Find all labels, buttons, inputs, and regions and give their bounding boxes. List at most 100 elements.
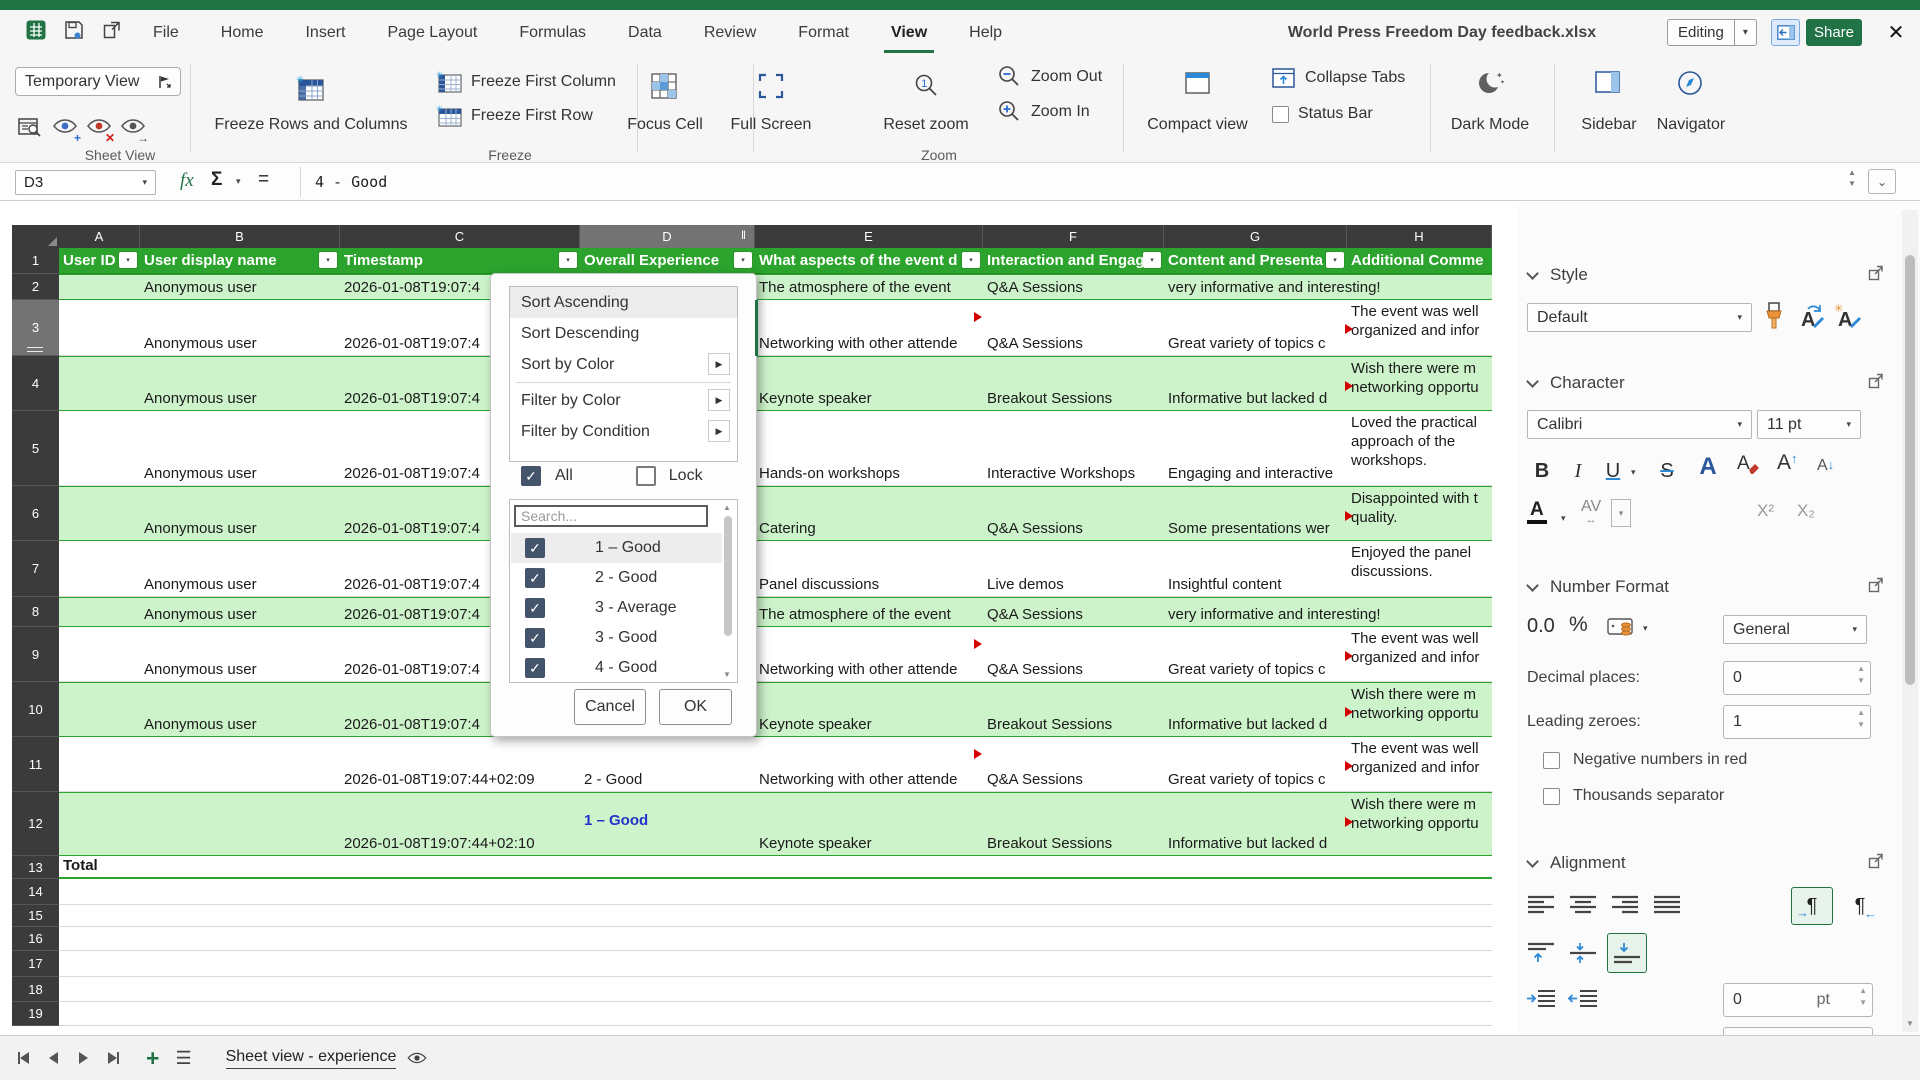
column-header-E[interactable]: E	[755, 225, 983, 248]
cell-E7[interactable]: Panel discussions	[755, 541, 983, 596]
column-header-B[interactable]: B	[140, 225, 340, 248]
scrollbar-thumb[interactable]	[724, 516, 732, 636]
cell-H12[interactable]: Wish there were mnetworking opportu	[1347, 793, 1492, 855]
header-cell-B1[interactable]: User display name	[140, 248, 340, 273]
cell-C12[interactable]: 2026-01-08T19:07:44+02:10	[340, 793, 580, 855]
filter-by-color-item[interactable]: Filter by Color ▶	[510, 385, 737, 416]
tab-page-layout[interactable]: Page Layout	[366, 10, 498, 56]
filter-value-checkbox[interactable]: ✓	[525, 658, 545, 678]
underline-button[interactable]: U	[1599, 453, 1627, 483]
row-resize-grip[interactable]	[27, 347, 43, 352]
cell-F12[interactable]: Breakout Sessions	[983, 793, 1164, 855]
switch-sheet-view-icon[interactable]: →	[118, 113, 148, 143]
name-box-dropdown-icon[interactable]: ▾	[142, 177, 147, 188]
freeze-rows-columns-button[interactable]: Freeze Rows and Columns	[205, 116, 417, 134]
cell-E9[interactable]: Networking with other attende	[755, 627, 983, 681]
formula-bar-collapse-icon[interactable]: ⌄	[1868, 169, 1896, 194]
cell-A13[interactable]: Total	[59, 856, 140, 877]
zoom-out-button[interactable]: Zoom Out	[997, 64, 1102, 89]
sidebar-icon[interactable]	[1594, 70, 1621, 99]
row-header-17[interactable]: 17	[12, 951, 59, 977]
ltr-direction-button[interactable]: ¶ →	[1791, 887, 1833, 925]
cell-B3[interactable]: Anonymous user	[140, 300, 340, 355]
cell-H9[interactable]: The event was wellorganized and infor	[1347, 627, 1492, 681]
navigator-button[interactable]: Navigator	[1650, 116, 1732, 134]
full-screen-button[interactable]: Full Screen	[726, 116, 816, 134]
sheet-view-manager-icon[interactable]	[15, 113, 45, 143]
header-cell-F1[interactable]: Interaction and Engag	[983, 248, 1164, 273]
focus-cell-icon[interactable]	[650, 72, 678, 105]
row-header-9[interactable]: 9	[12, 627, 59, 682]
all-checkbox[interactable]: ✓	[521, 466, 541, 486]
row-header-15[interactable]: 15	[12, 905, 59, 927]
cell-B6[interactable]: Anonymous user	[140, 487, 340, 540]
rtl-direction-button[interactable]: ¶ ←	[1839, 887, 1881, 925]
tab-home[interactable]: Home	[200, 10, 285, 56]
save-icon[interactable]	[62, 18, 86, 42]
editing-mode-dropdown-icon[interactable]: ▾	[1734, 20, 1756, 45]
filter-button-col-B[interactable]: ▾	[319, 252, 337, 268]
cell-G4[interactable]: Informative but lacked d	[1164, 357, 1347, 410]
panel-scroll-down-icon[interactable]: ▼	[1906, 1019, 1914, 1028]
font-color-dropdown-icon[interactable]: ▾	[1561, 513, 1566, 524]
row-header-2[interactable]: 2	[12, 274, 59, 300]
header-cell-G1[interactable]: Content and Presenta	[1164, 248, 1347, 273]
column-header-D[interactable]: D	[580, 225, 755, 248]
number-format-select[interactable]: General▾	[1723, 615, 1867, 644]
cell-G8[interactable]: very informative and interesting!	[1164, 598, 1387, 626]
thousands-separator-checkbox[interactable]	[1543, 788, 1560, 805]
increment-font-size-button[interactable]: A↑	[1777, 451, 1798, 475]
accounting-style-icon[interactable]	[1607, 617, 1637, 642]
cell-E11[interactable]: Networking with other attende	[755, 737, 983, 791]
cell-F6[interactable]: Q&A Sessions	[983, 487, 1164, 540]
reset-zoom-button[interactable]: Reset zoom	[876, 116, 976, 134]
filter-value-item[interactable]: ✓3 - Average	[511, 593, 722, 623]
previous-sheet-icon[interactable]	[38, 1043, 68, 1073]
number-format-advanced-icon[interactable]	[1868, 577, 1884, 593]
freeze-first-column-button[interactable]: ✳ Freeze First Column	[436, 70, 616, 94]
bold-button[interactable]: B	[1527, 453, 1557, 483]
align-right-button[interactable]	[1607, 889, 1643, 921]
collapse-tabs-button[interactable]: Collapse Tabs	[1271, 67, 1405, 89]
cell-H4[interactable]: Wish there were mnetworking opportu	[1347, 357, 1492, 410]
close-sheet-view-icon[interactable]: ✕	[84, 113, 114, 143]
cell-G6[interactable]: Some presentations wer	[1164, 487, 1347, 540]
cell-B4[interactable]: Anonymous user	[140, 357, 340, 410]
italic-button[interactable]: I	[1565, 453, 1591, 483]
row-header-10[interactable]: 10	[12, 682, 59, 737]
formula-bar-down-icon[interactable]: ▼	[1848, 180, 1856, 188]
dark-mode-icon[interactable]: ✦✦	[1476, 68, 1506, 103]
align-center-button[interactable]	[1565, 889, 1601, 921]
column-header-C[interactable]: C	[340, 225, 580, 248]
cell-D12[interactable]: 1 – Good	[580, 793, 755, 855]
cell-G10[interactable]: Informative but lacked d	[1164, 683, 1347, 736]
column-header-G[interactable]: G	[1164, 225, 1347, 248]
row-header-1[interactable]: 1	[12, 248, 59, 274]
row-header-11[interactable]: 11	[12, 737, 59, 792]
scroll-up-icon[interactable]: ▲	[723, 503, 731, 512]
new-style-icon[interactable]: A✳	[1832, 302, 1862, 335]
font-size-select[interactable]: 11 pt▾	[1757, 410, 1861, 439]
filter-button-col-D[interactable]: ▾	[734, 252, 752, 268]
zoom-in-button[interactable]: Zoom In	[997, 99, 1090, 124]
filter-value-checkbox[interactable]: ✓	[525, 568, 545, 588]
cell-E12[interactable]: Keynote speaker	[755, 793, 983, 855]
filter-value-item[interactable]: ✓1 – Good	[511, 533, 722, 563]
focus-cell-button[interactable]: Focus Cell	[620, 116, 710, 134]
cell-B5[interactable]: Anonymous user	[140, 411, 340, 485]
cell-F2[interactable]: Q&A Sessions	[983, 275, 1164, 299]
column-header-A[interactable]: A	[59, 225, 140, 248]
status-bar-checkbox[interactable]	[1272, 106, 1289, 123]
row-header-12[interactable]: 12	[12, 792, 59, 856]
cell-reference-box[interactable]: D3 ▾	[15, 170, 156, 195]
cancel-button[interactable]: Cancel	[574, 689, 646, 725]
cell-G5[interactable]: Engaging and interactive	[1164, 411, 1347, 485]
highlight-color-button[interactable]: A	[1691, 451, 1725, 481]
cell-E2[interactable]: The atmosphere of the event	[755, 275, 983, 299]
row-header-4[interactable]: 4	[12, 356, 59, 411]
header-cell-E1[interactable]: What aspects of the event d	[755, 248, 983, 273]
tab-insert[interactable]: Insert	[284, 10, 366, 56]
row-header-19[interactable]: 19	[12, 1002, 59, 1026]
cell-E8[interactable]: The atmosphere of the event	[755, 598, 983, 626]
cell-F3[interactable]: Q&A Sessions	[983, 300, 1164, 355]
